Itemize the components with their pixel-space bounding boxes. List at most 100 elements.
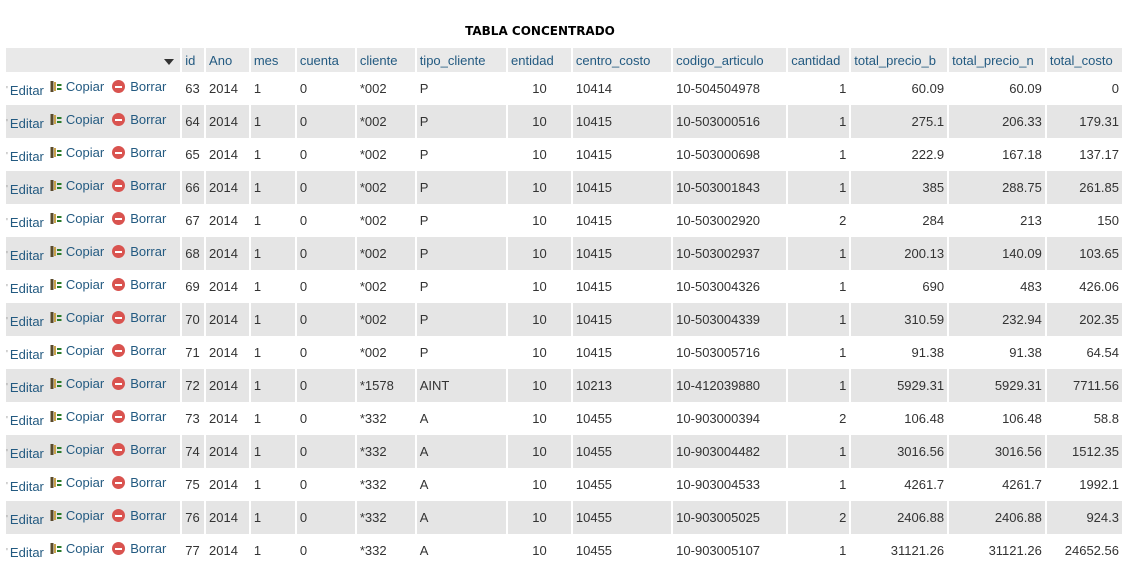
copy-action[interactable]: Copiar <box>50 112 104 127</box>
col-header-total-precio-b[interactable]: total_precio_b <box>851 48 948 72</box>
edit-link[interactable]: Editar <box>10 215 44 230</box>
delete-link[interactable]: Borrar <box>130 541 166 556</box>
delete-link[interactable]: Borrar <box>130 145 166 160</box>
delete-action[interactable]: Borrar <box>110 211 166 226</box>
copy-action[interactable]: Copiar <box>50 376 104 391</box>
copy-action[interactable]: Copiar <box>50 442 104 457</box>
col-header-entidad[interactable]: entidad <box>508 48 571 72</box>
edit-action[interactable]: ' Editar <box>6 215 44 230</box>
edit-link[interactable]: Editar <box>10 248 44 263</box>
delete-link[interactable]: Borrar <box>130 376 166 391</box>
copy-link[interactable]: Copiar <box>66 310 104 325</box>
col-header-id[interactable]: id <box>182 48 205 72</box>
edit-action[interactable]: ' Editar <box>6 314 44 329</box>
col-header-cantidad[interactable]: cantidad <box>788 48 850 72</box>
copy-action[interactable]: Copiar <box>50 178 104 193</box>
copy-link[interactable]: Copiar <box>66 343 104 358</box>
copy-action[interactable]: Copiar <box>50 475 104 490</box>
delete-link[interactable]: Borrar <box>130 112 166 127</box>
sort-arrow-icon[interactable] <box>164 58 175 65</box>
edit-action[interactable]: ' Editar <box>6 380 44 395</box>
delete-action[interactable]: Borrar <box>110 277 166 292</box>
copy-link[interactable]: Copiar <box>66 211 104 226</box>
delete-action[interactable]: Borrar <box>110 244 166 259</box>
copy-link[interactable]: Copiar <box>66 244 104 259</box>
edit-action[interactable]: ' Editar <box>6 182 44 197</box>
delete-link[interactable]: Borrar <box>130 508 166 523</box>
copy-link[interactable]: Copiar <box>66 541 104 556</box>
col-header-codigo-articulo[interactable]: codigo_articulo <box>673 48 787 72</box>
sort-column-header[interactable] <box>6 48 181 72</box>
copy-link[interactable]: Copiar <box>66 508 104 523</box>
col-header-total-precio-n[interactable]: total_precio_n <box>949 48 1045 72</box>
copy-link[interactable]: Copiar <box>66 409 104 424</box>
copy-link[interactable]: Copiar <box>66 178 104 193</box>
copy-action[interactable]: Copiar <box>50 211 104 226</box>
delete-link[interactable]: Borrar <box>130 343 166 358</box>
copy-link[interactable]: Copiar <box>66 112 104 127</box>
col-header-ano[interactable]: Ano <box>206 48 249 72</box>
col-header-cuenta[interactable]: cuenta <box>296 48 355 72</box>
delete-action[interactable]: Borrar <box>110 310 166 325</box>
delete-link[interactable]: Borrar <box>130 79 166 94</box>
edit-action[interactable]: ' Editar <box>6 116 44 131</box>
delete-action[interactable]: Borrar <box>110 475 166 490</box>
copy-link[interactable]: Copiar <box>66 79 104 94</box>
delete-action[interactable]: Borrar <box>110 178 166 193</box>
delete-action[interactable]: Borrar <box>110 112 166 127</box>
delete-link[interactable]: Borrar <box>130 178 166 193</box>
edit-link[interactable]: Editar <box>10 83 44 98</box>
copy-link[interactable]: Copiar <box>66 376 104 391</box>
edit-action[interactable]: ' Editar <box>6 446 44 461</box>
edit-link[interactable]: Editar <box>10 281 44 296</box>
delete-action[interactable]: Borrar <box>110 79 166 94</box>
edit-action[interactable]: ' Editar <box>6 545 44 560</box>
edit-action[interactable]: ' Editar <box>6 281 44 296</box>
delete-action[interactable]: Borrar <box>110 376 166 391</box>
edit-action[interactable]: ' Editar <box>6 149 44 164</box>
delete-action[interactable]: Borrar <box>110 508 166 523</box>
copy-action[interactable]: Copiar <box>50 145 104 160</box>
delete-action[interactable]: Borrar <box>110 409 166 424</box>
edit-action[interactable]: ' Editar <box>6 479 44 494</box>
col-header-cliente[interactable]: cliente <box>356 48 415 72</box>
delete-link[interactable]: Borrar <box>130 442 166 457</box>
col-header-mes[interactable]: mes <box>250 48 295 72</box>
edit-action[interactable]: ' Editar <box>6 248 44 263</box>
edit-link[interactable]: Editar <box>10 149 44 164</box>
col-header-tipo-cliente[interactable]: tipo_cliente <box>416 48 507 72</box>
edit-action[interactable]: ' Editar <box>6 83 44 98</box>
delete-link[interactable]: Borrar <box>130 409 166 424</box>
delete-link[interactable]: Borrar <box>130 310 166 325</box>
copy-action[interactable]: Copiar <box>50 310 104 325</box>
copy-action[interactable]: Copiar <box>50 79 104 94</box>
copy-action[interactable]: Copiar <box>50 343 104 358</box>
edit-link[interactable]: Editar <box>10 116 44 131</box>
copy-action[interactable]: Copiar <box>50 244 104 259</box>
col-header-centro-costo[interactable]: centro_costo <box>572 48 672 72</box>
copy-link[interactable]: Copiar <box>66 277 104 292</box>
edit-link[interactable]: Editar <box>10 512 44 527</box>
copy-action[interactable]: Copiar <box>50 541 104 556</box>
edit-link[interactable]: Editar <box>10 380 44 395</box>
copy-link[interactable]: Copiar <box>66 145 104 160</box>
copy-action[interactable]: Copiar <box>50 409 104 424</box>
copy-action[interactable]: Copiar <box>50 508 104 523</box>
edit-link[interactable]: Editar <box>10 314 44 329</box>
delete-link[interactable]: Borrar <box>130 211 166 226</box>
copy-action[interactable]: Copiar <box>50 277 104 292</box>
edit-action[interactable]: ' Editar <box>6 413 44 428</box>
delete-link[interactable]: Borrar <box>130 277 166 292</box>
edit-link[interactable]: Editar <box>10 446 44 461</box>
delete-action[interactable]: Borrar <box>110 541 166 556</box>
edit-link[interactable]: Editar <box>10 545 44 560</box>
edit-link[interactable]: Editar <box>10 413 44 428</box>
edit-action[interactable]: ' Editar <box>6 512 44 527</box>
edit-link[interactable]: Editar <box>10 182 44 197</box>
delete-link[interactable]: Borrar <box>130 475 166 490</box>
copy-link[interactable]: Copiar <box>66 475 104 490</box>
delete-action[interactable]: Borrar <box>110 145 166 160</box>
delete-action[interactable]: Borrar <box>110 343 166 358</box>
delete-action[interactable]: Borrar <box>110 442 166 457</box>
col-header-total-costo[interactable]: total_costo <box>1046 48 1122 72</box>
